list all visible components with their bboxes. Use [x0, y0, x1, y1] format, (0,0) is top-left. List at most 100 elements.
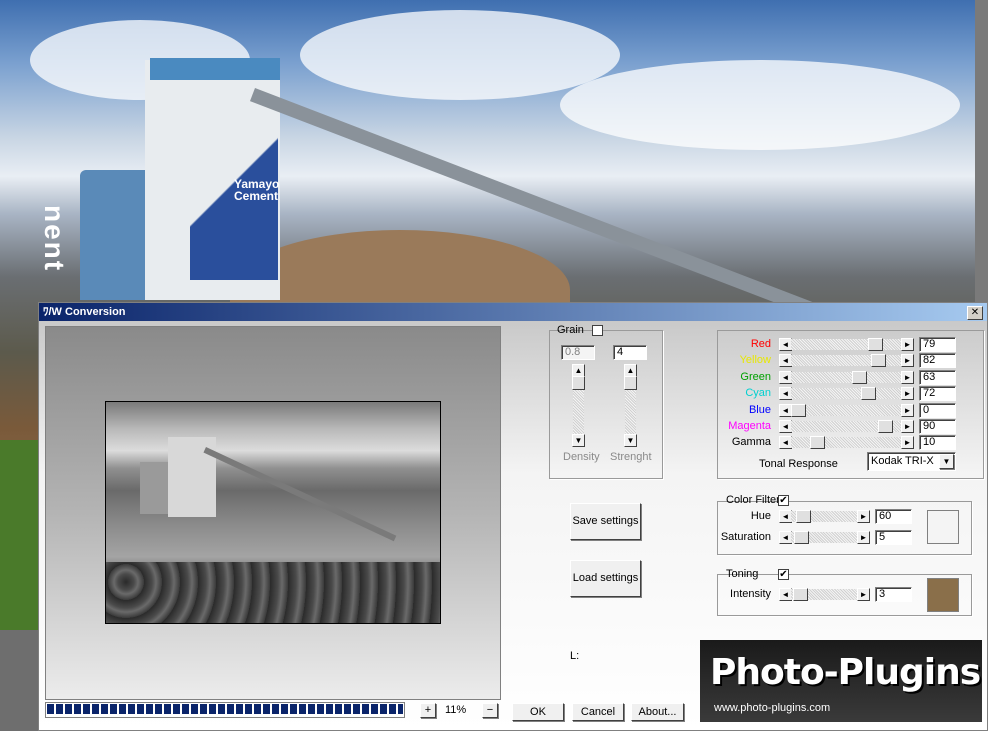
arrow-right-icon[interactable]: ► [901, 338, 914, 351]
slider-thumb[interactable] [870, 354, 886, 368]
channel-slider[interactable]: ◄ ► [779, 436, 914, 450]
slider-thumb[interactable] [793, 531, 809, 544]
grain-density-label: Density [563, 451, 600, 463]
channel-slider[interactable]: ◄ ► [779, 403, 914, 417]
load-settings-button[interactable]: Load settings [570, 560, 641, 597]
preview-image[interactable] [105, 401, 441, 624]
close-button[interactable]: ✕ [967, 306, 983, 320]
preview-silo [140, 462, 168, 514]
slider-thumb[interactable] [572, 376, 585, 390]
hue-label: Hue [750, 510, 771, 522]
slider-thumb[interactable] [796, 510, 812, 523]
channel-value-field[interactable]: 90 [919, 419, 956, 434]
arrow-right-icon[interactable]: ► [901, 387, 914, 401]
cancel-button[interactable]: Cancel [572, 703, 624, 721]
channel-slider[interactable]: ◄ ► [779, 420, 914, 433]
toning-label: Toning [726, 568, 759, 580]
channel-slider[interactable]: ◄ ► [779, 370, 914, 384]
slider-track[interactable] [791, 437, 901, 449]
slider-thumb[interactable] [791, 403, 806, 417]
intensity-label: Intensity [730, 588, 771, 600]
grain-density-slider[interactable]: ▲ ▼ [572, 364, 585, 447]
slider-down-icon[interactable]: ▼ [624, 434, 637, 447]
toning-check-mark: ✔ [779, 569, 788, 580]
channel-slider[interactable]: ◄ ► [779, 354, 914, 368]
tower-logo-panel [190, 130, 278, 280]
about-button[interactable]: About... [631, 703, 684, 721]
slider-down-icon[interactable]: ▼ [572, 434, 585, 447]
channel-value-field[interactable]: 10 [919, 435, 956, 451]
arrow-right-icon[interactable]: ► [901, 420, 914, 433]
intensity-slider[interactable]: ◄ ► [779, 588, 870, 601]
saturation-label: Saturation [720, 531, 771, 543]
zoom-out-button[interactable]: − [482, 703, 498, 718]
chevron-down-icon[interactable]: ▼ [939, 454, 954, 469]
arrow-right-icon[interactable]: ► [901, 403, 914, 417]
save-settings-button[interactable]: Save settings [570, 503, 641, 540]
hue-field[interactable]: 60 [875, 509, 912, 524]
tower-brand: Yamayo Cement [234, 178, 279, 202]
channel-label: Gamma [731, 436, 771, 449]
grain-strength-field[interactable]: 4 [613, 345, 647, 360]
tower-brand-line2: Cement [234, 189, 279, 203]
slider-thumb[interactable] [810, 436, 826, 450]
progress-bar [45, 702, 405, 718]
intensity-field[interactable]: 3 [875, 587, 912, 602]
ok-button[interactable]: OK [512, 703, 564, 721]
slider-thumb[interactable] [860, 387, 876, 401]
saturation-slider[interactable]: ◄ ► [779, 531, 870, 544]
color-filter-check-mark: ✔ [779, 495, 788, 506]
hue-slider[interactable]: ◄ ► [779, 510, 870, 523]
silo-text: nent [39, 205, 70, 273]
preview-conveyor [203, 447, 397, 542]
channel-value-field[interactable]: 63 [919, 369, 956, 385]
grain-checkbox[interactable] [592, 325, 603, 336]
zoom-level: 11% [445, 704, 467, 716]
slider-track[interactable] [791, 339, 901, 350]
dialog-titlebar[interactable]: ﾜ/W Conversion [39, 303, 987, 321]
channel-label: Blue [748, 403, 771, 416]
close-icon: ✕ [970, 307, 980, 318]
grain-strength-slider[interactable]: ▲ ▼ [624, 364, 637, 447]
dialog-title: ﾜ/W Conversion [43, 306, 126, 318]
arrow-right-icon[interactable]: ► [901, 370, 914, 384]
toning-swatch[interactable] [927, 578, 959, 612]
tonal-response-select[interactable]: Kodak TRI-X ▼ [867, 452, 956, 471]
tonal-response-label: Tonal Response [759, 458, 838, 470]
grain-density-field[interactable]: 0.8 [561, 345, 595, 360]
channel-value-field[interactable]: 72 [919, 386, 956, 402]
arrow-right-icon[interactable]: ► [901, 436, 914, 450]
foliage [0, 440, 40, 630]
arrow-right-icon[interactable]: ► [857, 588, 870, 601]
slider-track[interactable] [791, 388, 901, 400]
toning-checkbox[interactable]: ✔ [778, 569, 789, 580]
cloud [560, 60, 960, 150]
photo-plugins-logo[interactable]: Photo-Plugins www.photo-plugins.com [700, 640, 982, 722]
color-filter-swatch[interactable] [927, 510, 959, 544]
progress-fill [47, 704, 403, 714]
color-filter-checkbox[interactable]: ✔ [778, 495, 789, 506]
zoom-in-button[interactable]: + [420, 703, 436, 718]
slider-thumb[interactable] [867, 338, 883, 351]
color-filter-label: Color Filter [726, 494, 780, 506]
logo-url: www.photo-plugins.com [714, 702, 831, 714]
slider-thumb[interactable] [624, 376, 637, 390]
arrow-right-icon[interactable]: ► [901, 354, 914, 368]
channel-value-field[interactable]: 82 [919, 353, 956, 369]
cloud [300, 10, 620, 100]
slider-track[interactable] [791, 404, 901, 416]
grain-label: Grain [557, 324, 584, 336]
channel-slider[interactable]: ◄ ► [779, 387, 914, 401]
slider-thumb[interactable] [792, 588, 808, 601]
channel-value-field[interactable]: 79 [919, 337, 956, 352]
saturation-field[interactable]: 5 [875, 530, 912, 545]
arrow-right-icon[interactable]: ► [857, 510, 870, 523]
channel-slider[interactable]: ◄ ► [779, 338, 914, 351]
channel-label: Cyan [745, 387, 771, 400]
slider-thumb[interactable] [852, 370, 868, 384]
slider-thumb[interactable] [878, 420, 894, 433]
channel-value-field[interactable]: 0 [919, 402, 956, 418]
slider-track[interactable] [791, 371, 901, 383]
bw-conversion-dialog: ﾜ/W Conversion ✕ + 11% − Grain 0.8 4 ▲ ▼… [38, 302, 988, 731]
arrow-right-icon[interactable]: ► [857, 531, 870, 544]
